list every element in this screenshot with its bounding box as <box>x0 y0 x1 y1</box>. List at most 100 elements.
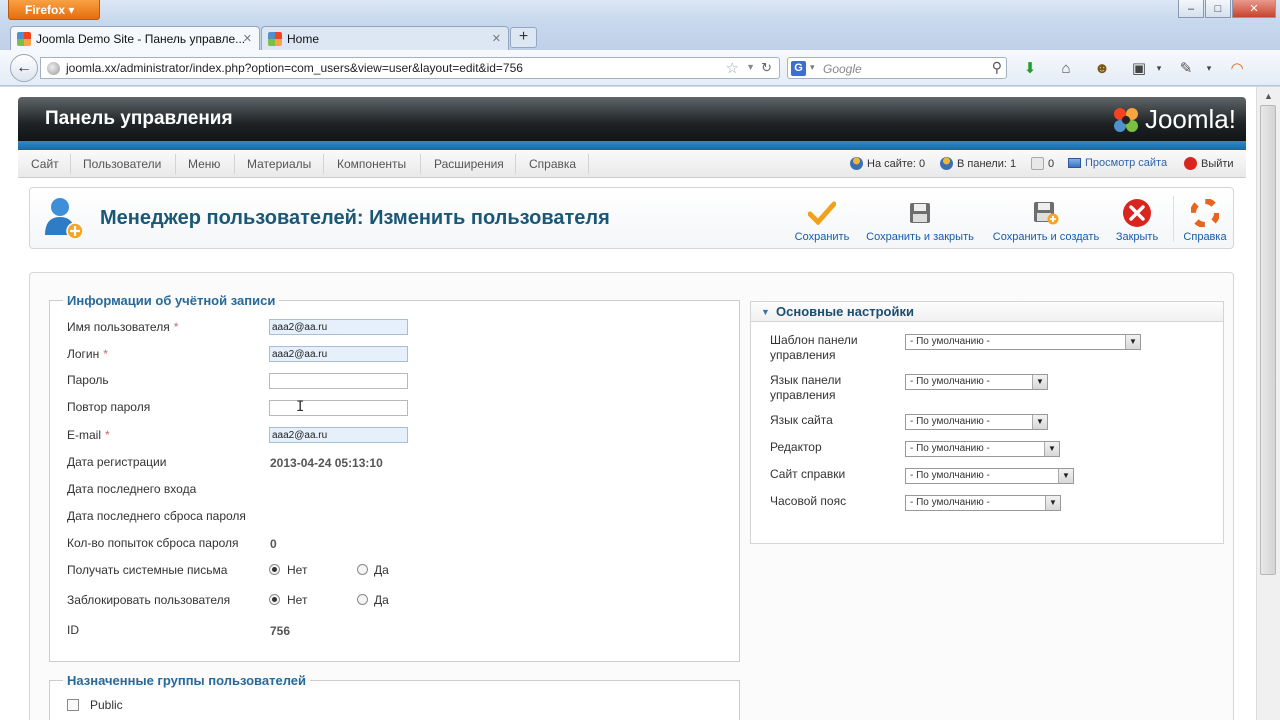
maximize-button[interactable]: □ <box>1205 0 1231 18</box>
page-scrollbar[interactable]: ▲ <box>1256 87 1280 720</box>
bookmark-star-icon[interactable]: ☆ <box>726 59 739 77</box>
logout-power-icon <box>1184 157 1197 170</box>
url-text: joomla.xx/administrator/index.php?option… <box>66 61 523 75</box>
help-site-select[interactable]: - По умолчанию - ▼ <box>905 468 1074 484</box>
password-repeat-label: Повтор пароля <box>67 400 151 414</box>
rainbow-addon-icon[interactable]: ◠ <box>1228 59 1246 77</box>
menu-item-content[interactable]: Материалы <box>247 157 311 171</box>
menu-divider <box>234 154 235 174</box>
admin-template-select[interactable]: - По умолчанию - ▼ <box>905 334 1141 350</box>
block-yes-radio[interactable] <box>357 594 368 605</box>
username-label: Имя пользователя * <box>67 320 179 334</box>
menu-divider <box>70 154 71 174</box>
in-panel-count: В панели: 1 <box>957 157 1017 170</box>
users-online-icon <box>850 157 863 170</box>
page-viewport: Панель управления Joomla! Сайт Пользоват… <box>0 87 1256 720</box>
send-email-no-label[interactable]: Нет <box>287 563 307 577</box>
logo-text: Joomla! <box>1144 104 1236 134</box>
send-email-yes-label[interactable]: Да <box>374 563 389 577</box>
joomla-logo[interactable]: Joomla! <box>1111 104 1236 135</box>
group-public-label[interactable]: Public <box>90 698 123 712</box>
send-email-yes-radio[interactable] <box>357 564 368 575</box>
joomla-favicon-icon <box>268 31 282 46</box>
scrollbar-thumb[interactable] <box>1260 105 1276 575</box>
account-details-legend: Информации об учётной записи <box>63 293 280 308</box>
bookmarks-dropdown-icon[interactable]: ▾ <box>1150 59 1168 77</box>
search-bar[interactable]: G ▾ Google ⚲ <box>787 57 1007 79</box>
group-public-checkbox[interactable] <box>67 699 79 711</box>
close-x-icon <box>1123 199 1151 227</box>
google-engine-icon[interactable]: G <box>791 61 806 76</box>
editor-select[interactable]: - По умолчанию - ▼ <box>905 441 1060 457</box>
addon-dropdown-icon[interactable]: ▾ <box>1200 59 1218 77</box>
save-new-button[interactable]: Сохранить и создать <box>988 200 1104 243</box>
new-tab-button[interactable]: + <box>510 27 537 48</box>
menu-item-extensions[interactable]: Расширения <box>434 157 504 171</box>
toolbar-divider <box>1173 196 1174 242</box>
engine-dropdown-icon[interactable]: ▾ <box>810 62 815 73</box>
site-language-select[interactable]: - По умолчанию - ▼ <box>905 414 1048 430</box>
close-tab-icon[interactable]: ✕ <box>492 32 501 45</box>
url-history-dropdown-icon[interactable]: ▼ <box>746 62 755 72</box>
menu-item-menus[interactable]: Меню <box>188 157 220 171</box>
tab-title: Joomla Demo Site - Панель управле... <box>36 31 246 46</box>
downloads-icon[interactable]: ⬇ <box>1021 59 1039 77</box>
close-button[interactable]: Закрыть <box>1112 199 1162 243</box>
save-checkmark-icon <box>808 201 836 225</box>
username-input[interactable] <box>269 319 408 335</box>
login-input[interactable] <box>269 346 408 362</box>
text-cursor-icon: I <box>296 399 305 415</box>
home-icon[interactable]: ⌂ <box>1057 59 1075 77</box>
block-no-radio[interactable] <box>269 594 280 605</box>
close-tab-icon[interactable]: ✕ <box>243 32 252 45</box>
bookmarks-menu-icon[interactable]: ▣ <box>1130 59 1148 77</box>
tab-joomla-admin[interactable]: Joomla Demo Site - Панель управле... ✕ <box>10 26 260 50</box>
close-label: Закрыть <box>1115 231 1159 243</box>
timezone-select[interactable]: - По умолчанию - ▼ <box>905 495 1061 511</box>
site-language-label: Язык сайта <box>770 413 833 427</box>
id-value: 756 <box>270 624 291 638</box>
view-site-link[interactable]: Просмотр сайта <box>1068 157 1167 169</box>
menu-item-help[interactable]: Справка <box>529 157 576 171</box>
password-input[interactable] <box>269 373 408 389</box>
tab-home[interactable]: Home ✕ <box>261 26 509 50</box>
search-magnifier-icon[interactable]: ⚲ <box>992 59 1002 76</box>
firefox-menu-button[interactable]: Firefox ▾ <box>8 0 100 20</box>
password-repeat-input[interactable] <box>269 400 408 416</box>
address-bar[interactable]: joomla.xx/administrator/index.php?option… <box>40 57 780 79</box>
status-messages[interactable]: 0 <box>1031 157 1054 170</box>
required-mark: * <box>103 347 108 361</box>
collapse-triangle-icon: ▼ <box>761 307 770 317</box>
page-toolbar: Менеджер пользователей: Изменить пользов… <box>29 187 1234 249</box>
save-close-button[interactable]: Сохранить и закрыть <box>862 200 978 243</box>
addon-tools-icon[interactable]: ✎ <box>1177 59 1195 77</box>
site-identity-icon[interactable] <box>47 62 60 75</box>
save-new-label: Сохранить и создать <box>992 231 1100 243</box>
send-email-no-radio[interactable] <box>269 564 280 575</box>
email-input[interactable] <box>269 427 408 443</box>
tab-strip: Joomla Demo Site - Панель управле... ✕ H… <box>0 24 1280 50</box>
scroll-up-icon[interactable]: ▲ <box>1264 91 1273 101</box>
close-window-button[interactable]: ✕ <box>1232 0 1276 18</box>
user-add-icon <box>45 198 84 240</box>
block-yes-label[interactable]: Да <box>374 593 389 607</box>
minimize-button[interactable]: – <box>1178 0 1204 18</box>
addon-face-icon[interactable]: ☻ <box>1093 59 1111 77</box>
save-button[interactable]: Сохранить <box>790 200 854 243</box>
block-no-label[interactable]: Нет <box>287 593 307 607</box>
menu-item-site[interactable]: Сайт <box>31 157 59 171</box>
joomla-favicon-icon <box>17 31 31 46</box>
login-label: Логин * <box>67 347 108 361</box>
back-button[interactable]: ← <box>10 54 38 82</box>
assigned-groups-legend: Назначенные группы пользователей <box>63 673 311 688</box>
admin-language-select[interactable]: - По умолчанию - ▼ <box>905 374 1048 390</box>
basic-settings-header[interactable]: ▼ Основные настройки <box>750 301 1224 322</box>
menu-item-components[interactable]: Компоненты <box>337 157 406 171</box>
logout-link[interactable]: Выйти <box>1184 157 1234 170</box>
help-site-label: Сайт справки <box>770 467 846 481</box>
window-titlebar: Firefox ▾ – □ ✕ <box>0 0 1280 24</box>
monitor-icon <box>1068 158 1081 168</box>
reload-icon[interactable]: ↻ <box>761 60 772 76</box>
help-button[interactable]: Справка <box>1180 199 1230 243</box>
menu-item-users[interactable]: Пользователи <box>83 157 161 171</box>
